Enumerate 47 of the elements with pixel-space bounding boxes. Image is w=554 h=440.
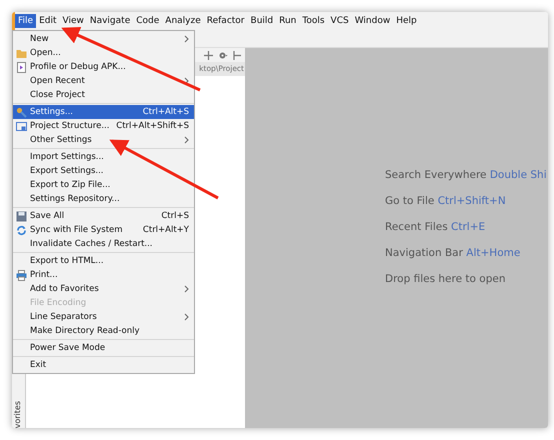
menu-item[interactable]: Make Directory Read-only xyxy=(13,324,194,338)
menu-item[interactable]: New xyxy=(13,32,194,46)
menu-bar-item[interactable]: Code xyxy=(133,14,162,28)
menu-item[interactable]: Print... xyxy=(13,268,194,282)
menu-bar-item[interactable]: Tools xyxy=(299,14,328,28)
menu-item[interactable]: Open Recent xyxy=(13,74,194,88)
sync-icon xyxy=(16,224,27,236)
menu-item[interactable]: Save All Ctrl+S xyxy=(13,209,194,223)
menu-bar-item[interactable]: Help xyxy=(393,14,420,28)
menu-item[interactable]: Sync with File System Ctrl+Alt+Y xyxy=(13,223,194,237)
menu-item[interactable]: Export to HTML... xyxy=(13,254,194,268)
structure-icon xyxy=(16,120,27,132)
menu-item[interactable]: Other Settings xyxy=(13,133,194,147)
menu-bar-item[interactable]: Analyze xyxy=(162,14,204,28)
menu-item[interactable]: Export Settings... xyxy=(13,164,194,178)
editor-hint: Search Everywhere Double Shi xyxy=(385,168,548,183)
menu-item[interactable]: Close Project xyxy=(13,88,194,102)
floppy-icon xyxy=(16,210,27,222)
menu-bar-item[interactable]: Window xyxy=(352,14,394,28)
menu-item[interactable]: Settings... Ctrl+Alt+S xyxy=(13,105,194,119)
printer-icon xyxy=(16,270,27,280)
menu-bar-item[interactable]: VCS xyxy=(328,14,352,28)
editor-hint: Recent Files Ctrl+E xyxy=(385,220,486,235)
favorites-tab[interactable]: vorites xyxy=(12,400,24,428)
menu-bar-item[interactable]: File xyxy=(15,14,36,28)
menu-bar-item[interactable]: Refactor xyxy=(204,14,248,28)
menu-item[interactable]: Line Separators xyxy=(13,310,194,324)
menu-bar-item[interactable]: View xyxy=(60,14,87,28)
editor-hint: Go to File Ctrl+Shift+N xyxy=(385,194,507,209)
menu-bar-item[interactable]: Build xyxy=(248,14,276,28)
editor-hint: Navigation Bar Alt+Home xyxy=(385,246,522,261)
menu-item[interactable]: Power Save Mode xyxy=(13,341,194,355)
menu-item[interactable]: Add to Favorites xyxy=(13,282,194,296)
menu-item[interactable]: Import Settings... xyxy=(13,150,194,164)
menu-item[interactable]: Exit xyxy=(13,358,194,372)
editor-hint: Drop files here to open xyxy=(385,272,506,287)
menu-bar-item[interactable]: Run xyxy=(276,14,300,28)
file-icon xyxy=(16,62,27,72)
expand-icon[interactable] xyxy=(204,50,213,60)
gear-icon[interactable] xyxy=(218,50,228,60)
menu-bar-item[interactable]: Edit xyxy=(36,14,60,28)
menu-bar-item[interactable]: Navigate xyxy=(86,14,134,28)
menu-item[interactable]: Export to Zip File... xyxy=(13,178,194,192)
menu-item[interactable]: Open... xyxy=(13,46,194,60)
menu-item[interactable]: Settings Repository... xyxy=(13,192,194,206)
menu-item[interactable]: Project Structure... Ctrl+Alt+Shift+S xyxy=(13,119,194,133)
menu-item[interactable]: Invalidate Caches / Restart... xyxy=(13,237,194,251)
